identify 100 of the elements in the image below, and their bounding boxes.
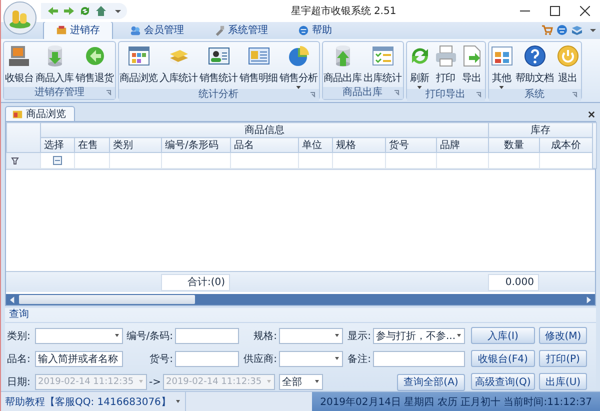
- dropdown-field[interactable]: [35, 328, 123, 344]
- total-quantity: 0.000: [488, 274, 539, 291]
- group-label: 统计分析: [198, 88, 238, 101]
- horizontal-scrollbar[interactable]: [6, 294, 595, 306]
- field-label: 品名:: [7, 353, 32, 366]
- dropdown-field[interactable]: [279, 328, 343, 344]
- cash-register-icon: [7, 44, 32, 68]
- dropdown-field[interactable]: [279, 351, 343, 368]
- ribbon-button[interactable]: 导出: [460, 42, 484, 89]
- back-arrow-icon[interactable]: [47, 4, 59, 17]
- ribbon-button[interactable]: 商品入库: [36, 42, 74, 87]
- maximize-icon[interactable]: [550, 6, 560, 16]
- scroll-left-icon[interactable]: [10, 296, 15, 304]
- document-tab[interactable]: 商品浏览: [5, 106, 75, 122]
- group-label: 商品出库: [342, 86, 382, 99]
- ribbon-button[interactable]: 销售分析: [280, 42, 318, 89]
- caret-icon[interactable]: [115, 8, 121, 14]
- column-group-header: 库存: [488, 122, 593, 138]
- caret-icon: [138, 380, 144, 384]
- dialog-launcher-icon[interactable]: [106, 90, 112, 96]
- ribbon-button[interactable]: 帮助文档: [516, 42, 554, 89]
- action-button[interactable]: 打印(P): [539, 350, 587, 368]
- input-field[interactable]: [175, 351, 239, 368]
- action-button[interactable]: 收银台(F4): [471, 350, 535, 368]
- ribbon-button[interactable]: 商品浏览: [120, 42, 158, 89]
- field-label: 类别:: [7, 330, 32, 344]
- close-icon[interactable]: [580, 6, 590, 16]
- query-all-button[interactable]: 查询全部(A): [397, 374, 465, 391]
- field-label: 显示:: [346, 330, 372, 344]
- action-button[interactable]: 入库(I): [471, 327, 535, 344]
- caret-icon[interactable]: [590, 27, 596, 34]
- dialog-launcher-icon[interactable]: [310, 92, 316, 98]
- help-menu[interactable]: 帮助教程【客服QQ: 1416683076】: [1, 392, 186, 411]
- ribbon-button[interactable]: 其他: [490, 42, 514, 89]
- ribbon-button[interactable]: 入库统计: [160, 42, 198, 89]
- column-header[interactable]: 选择: [40, 138, 74, 153]
- field-label: 日期:: [7, 376, 32, 390]
- action-button[interactable]: 修改(M): [539, 327, 587, 344]
- column-header[interactable]: 品牌: [436, 138, 489, 153]
- filter-checkbox[interactable]: [53, 156, 62, 165]
- dialog-launcher-icon[interactable]: [394, 90, 400, 96]
- ribbon-tab[interactable]: 帮助: [285, 20, 345, 39]
- ribbon-button[interactable]: 收银台: [5, 42, 34, 87]
- pie-chart-icon: [286, 44, 310, 68]
- column-header[interactable]: 单位: [298, 138, 332, 153]
- members-icon: [130, 24, 141, 36]
- group-label: 系统: [524, 88, 544, 101]
- range-separator: ->: [148, 376, 162, 388]
- input-field[interactable]: [373, 351, 465, 368]
- dropdown-field[interactable]: 参与打折，不参...: [373, 328, 465, 344]
- total-count: 合计:(0): [161, 274, 230, 291]
- ribbon-tab[interactable]: 会员管理: [117, 20, 197, 39]
- store-icon: [56, 24, 67, 36]
- power-icon: [556, 44, 580, 68]
- column-header[interactable]: 货号: [386, 138, 436, 153]
- caret-icon: [334, 357, 340, 362]
- cart-icon[interactable]: [541, 24, 553, 36]
- column-group-header: 商品信息: [40, 122, 489, 138]
- dialog-launcher-icon[interactable]: [572, 92, 578, 98]
- group-label: 进销存管理: [34, 86, 84, 99]
- ribbon-button[interactable]: 销售统计: [200, 42, 238, 89]
- ribbon-button[interactable]: 销售明细: [240, 42, 278, 89]
- action-button[interactable]: 高级查询(Q): [471, 373, 535, 390]
- input-field[interactable]: 输入简拼或者名称: [35, 351, 123, 368]
- column-header[interactable]: 成本价: [540, 138, 593, 153]
- date-time-text: 2019年02月14日 星期四 农历 正月初十 当前时间:11:12:37: [320, 396, 592, 409]
- column-header[interactable]: 规格: [332, 138, 386, 153]
- caret-icon: [456, 334, 462, 338]
- filter-icon[interactable]: [11, 156, 19, 165]
- column-header[interactable]: 在售: [74, 138, 110, 153]
- skin-icon[interactable]: [571, 24, 583, 36]
- caret-icon: [334, 334, 340, 338]
- refresh-icon[interactable]: [79, 4, 91, 17]
- window-icon: [126, 44, 150, 68]
- ribbon-button[interactable]: 刷新: [408, 42, 432, 89]
- input-field[interactable]: [175, 328, 239, 344]
- column-header[interactable]: 类别: [110, 138, 162, 153]
- dialog-launcher-icon[interactable]: [476, 92, 482, 98]
- tiles-icon: [490, 44, 514, 68]
- caret-icon: [266, 380, 272, 384]
- close-icon[interactable]: [588, 110, 595, 118]
- ribbon-button[interactable]: 商品出库: [324, 42, 362, 87]
- home-icon[interactable]: [95, 4, 107, 17]
- scroll-right-icon[interactable]: [586, 296, 591, 304]
- query-panel-title: 查询: [5, 308, 596, 324]
- action-button[interactable]: 出库(U): [539, 373, 587, 390]
- ribbon-button[interactable]: 出库统计: [364, 42, 402, 87]
- forward-arrow-icon[interactable]: [63, 4, 75, 17]
- window-title: 星宇超市收银系统 2.51: [290, 4, 398, 18]
- ribbon-button[interactable]: 退出: [556, 42, 580, 89]
- column-header[interactable]: 品名: [230, 138, 298, 153]
- column-header[interactable]: 编号/条形码: [162, 138, 230, 153]
- ribbon-tab[interactable]: 系统管理: [201, 20, 281, 39]
- field-label: 规格:: [252, 330, 278, 344]
- group-label: 打印导出: [426, 88, 466, 101]
- ribbon-button[interactable]: 销售退货: [76, 42, 114, 87]
- ribbon-button[interactable]: 打印: [434, 42, 458, 89]
- field-label: 货号:: [148, 353, 174, 366]
- field-label: 编号/条码:: [125, 330, 174, 344]
- column-header[interactable]: 数量: [488, 138, 540, 153]
